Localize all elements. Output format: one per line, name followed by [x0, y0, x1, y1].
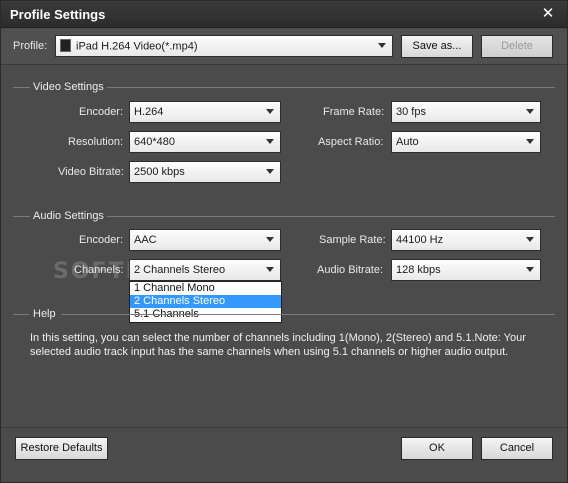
sample-rate-label: Sample Rate:	[319, 234, 386, 246]
help-divider-right	[61, 314, 555, 315]
chevron-down-icon	[526, 237, 534, 242]
save-as-button[interactable]: Save as...	[401, 35, 473, 58]
footer-separator	[1, 427, 567, 428]
video-bitrate-value: 2500 kbps	[134, 166, 185, 178]
close-icon[interactable]: ✕	[539, 5, 557, 23]
frame-rate-value: 30 fps	[396, 106, 426, 118]
aspect-ratio-select[interactable]: Auto	[391, 131, 541, 153]
channels-dropdown-list: 1 Channel Mono 2 Channels Stereo 5.1 Cha…	[129, 281, 282, 323]
audio-bitrate-value: 128 kbps	[396, 264, 441, 276]
frame-rate-select[interactable]: 30 fps	[391, 101, 541, 123]
channels-label: Channels:	[74, 264, 124, 276]
chevron-down-icon	[526, 139, 534, 144]
resolution-label: Resolution:	[68, 136, 124, 148]
audio-bitrate-select[interactable]: 128 kbps	[391, 259, 541, 281]
chevron-down-icon	[266, 267, 274, 272]
audio-encoder-select[interactable]: AAC	[129, 229, 281, 251]
cancel-button[interactable]: Cancel	[481, 437, 553, 460]
channels-option-stereo[interactable]: 2 Channels Stereo	[130, 295, 281, 308]
audio-encoder-label: Encoder:	[79, 234, 124, 246]
frame-rate-label: Frame Rate:	[323, 106, 385, 118]
channels-select[interactable]: 2 Channels Stereo	[129, 259, 281, 281]
aspect-ratio-label: Aspect Ratio:	[318, 136, 384, 148]
restore-defaults-button[interactable]: Restore Defaults	[15, 437, 108, 460]
video-encoder-label: Encoder:	[79, 106, 124, 118]
chevron-down-icon	[526, 109, 534, 114]
profile-settings-dialog: Profile Settings ✕ Profile: iPad H.264 V…	[0, 0, 568, 483]
sample-rate-value: 44100 Hz	[396, 234, 444, 246]
profile-label: Profile:	[13, 40, 48, 52]
profile-bar: Profile: iPad H.264 Video(*.mp4) Save as…	[1, 29, 567, 65]
video-bitrate-select[interactable]: 2500 kbps	[129, 161, 281, 183]
sample-rate-select[interactable]: 44100 Hz	[391, 229, 541, 251]
video-settings-title: Video Settings	[30, 81, 107, 93]
profile-select[interactable]: iPad H.264 Video(*.mp4)	[55, 35, 393, 57]
video-bitrate-label: Video Bitrate:	[58, 166, 124, 178]
chevron-down-icon	[266, 139, 274, 144]
dialog-title: Profile Settings	[10, 7, 106, 22]
title-bar: Profile Settings ✕	[1, 1, 567, 28]
chevron-down-icon	[266, 109, 274, 114]
chevron-down-icon	[378, 43, 386, 48]
help-text: In this setting, you can select the numb…	[30, 332, 526, 358]
audio-settings-title: Audio Settings	[30, 210, 107, 222]
profile-value: iPad H.264 Video(*.mp4)	[76, 40, 198, 53]
aspect-ratio-value: Auto	[396, 136, 419, 148]
video-encoder-value: H.264	[134, 106, 164, 118]
ipad-icon	[60, 39, 71, 52]
ok-button[interactable]: OK	[401, 437, 473, 460]
channels-option-mono[interactable]: 1 Channel Mono	[130, 282, 281, 295]
help-divider-left	[13, 314, 29, 315]
audio-bitrate-label: Audio Bitrate:	[317, 264, 384, 276]
resolution-value: 640*480	[134, 136, 175, 148]
audio-encoder-value: AAC	[134, 234, 157, 246]
channels-value: 2 Channels Stereo	[134, 264, 226, 276]
chevron-down-icon	[266, 237, 274, 242]
delete-button[interactable]: Delete	[481, 35, 553, 58]
help-title: Help	[30, 308, 59, 320]
chevron-down-icon	[266, 169, 274, 174]
video-encoder-select[interactable]: H.264	[129, 101, 281, 123]
chevron-down-icon	[526, 267, 534, 272]
resolution-select[interactable]: 640*480	[129, 131, 281, 153]
